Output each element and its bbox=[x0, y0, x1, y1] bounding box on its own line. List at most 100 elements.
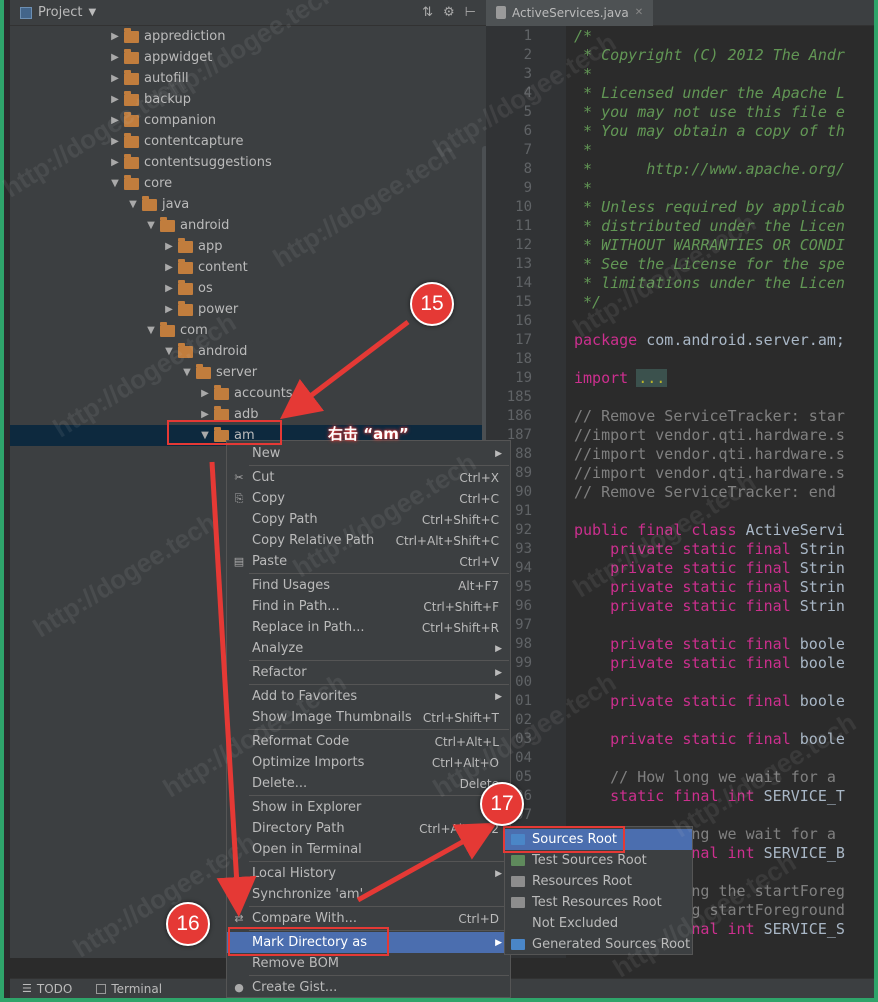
expand-right-icon[interactable]: ▶ bbox=[160, 241, 178, 252]
submenu-item-test-sources-root[interactable]: Test Sources Root bbox=[505, 850, 692, 871]
menu-item-copy[interactable]: ⎘ Copy Ctrl+C bbox=[227, 488, 510, 509]
menu-item-copy-path[interactable]: Copy Path Ctrl+Shift+C bbox=[227, 509, 510, 530]
menu-item-add-to-favorites[interactable]: Add to Favorites ▶ bbox=[227, 686, 510, 707]
tree-item[interactable]: ▼ com bbox=[142, 320, 208, 341]
menu-item-shortcut: Alt+F7 bbox=[458, 578, 499, 593]
menu-item-delete[interactable]: Delete... Delete bbox=[227, 773, 510, 794]
menu-item-remove-bom[interactable]: Remove BOM bbox=[227, 953, 510, 974]
gear-icon[interactable]: ⚙ bbox=[443, 5, 455, 20]
folded-import[interactable]: ... bbox=[636, 369, 668, 387]
tree-item[interactable]: ▶ app bbox=[160, 236, 222, 257]
tree-item-label: contentcapture bbox=[144, 134, 244, 149]
todo-tool-button[interactable]: ☰ TODO bbox=[10, 982, 84, 996]
menu-item-label: Create Gist... bbox=[252, 980, 338, 995]
menu-item-shortcut: Ctrl+Alt+O bbox=[431, 755, 499, 770]
menu-item-paste[interactable]: ▤ Paste Ctrl+V bbox=[227, 551, 510, 572]
menu-item-create-gist[interactable]: ● Create Gist... bbox=[227, 977, 510, 998]
expand-right-icon[interactable]: ▶ bbox=[106, 94, 124, 105]
hide-panel-icon[interactable]: ⊢ bbox=[465, 5, 476, 20]
terminal-tool-button[interactable]: Terminal bbox=[84, 982, 174, 996]
code-text: com.android.server.am; bbox=[637, 331, 845, 349]
folder-icon bbox=[178, 342, 193, 358]
menu-item-optimize-imports[interactable]: Optimize Imports Ctrl+Alt+O bbox=[227, 752, 510, 773]
expand-down-icon[interactable]: ▼ bbox=[124, 199, 142, 210]
close-icon[interactable]: ✕ bbox=[635, 7, 643, 18]
expand-down-icon[interactable]: ▼ bbox=[178, 367, 196, 378]
menu-item-directory-path[interactable]: Directory Path Ctrl+Alt+F12 bbox=[227, 818, 510, 839]
expand-right-icon[interactable]: ▶ bbox=[106, 73, 124, 84]
doc-comment-text: * See the License for the spe bbox=[574, 255, 845, 273]
menu-item-cut[interactable]: ✂ Cut Ctrl+X bbox=[227, 467, 510, 488]
menu-item-analyze[interactable]: Analyze ▶ bbox=[227, 638, 510, 659]
collapse-all-icon[interactable]: ⇅ bbox=[422, 5, 433, 20]
menu-item-find-in-path[interactable]: Find in Path... Ctrl+Shift+F bbox=[227, 596, 510, 617]
tree-item-label: autofill bbox=[144, 71, 189, 86]
expand-right-icon[interactable]: ▶ bbox=[160, 304, 178, 315]
menu-item-shortcut: Ctrl+Shift+R bbox=[421, 620, 499, 635]
folder-icon bbox=[124, 27, 139, 43]
code-editor[interactable]: /* * Copyright (C) 2012 The Andr * * Lic… bbox=[566, 26, 874, 958]
tree-item[interactable]: ▶ accounts bbox=[196, 383, 293, 404]
expand-right-icon[interactable]: ▶ bbox=[106, 136, 124, 147]
submenu-item-test-resources-root[interactable]: Test Resources Root bbox=[505, 892, 692, 913]
tree-item[interactable]: ▼ android bbox=[142, 215, 229, 236]
comment-text: //import vendor.qti.hardware.s bbox=[574, 426, 845, 444]
tree-item[interactable]: ▶ apprediction bbox=[106, 26, 225, 47]
expand-down-icon[interactable]: ▼ bbox=[160, 346, 178, 357]
menu-item-label: Find Usages bbox=[252, 578, 331, 593]
submenu-item-label: Generated Sources Root bbox=[532, 937, 691, 952]
menu-separator bbox=[249, 975, 509, 976]
code-line: * bbox=[574, 179, 592, 197]
folder-icon bbox=[178, 279, 193, 295]
expand-right-icon[interactable]: ▶ bbox=[160, 262, 178, 273]
menu-item-show-in-explorer[interactable]: Show in Explorer bbox=[227, 797, 510, 818]
tree-item[interactable]: ▼ android bbox=[160, 341, 247, 362]
menu-item-find-usages[interactable]: Find Usages Alt+F7 bbox=[227, 575, 510, 596]
chevron-down-icon[interactable]: ▼ bbox=[88, 7, 96, 18]
keyword: private static final bbox=[574, 692, 791, 710]
menu-item-compare-with[interactable]: ⇄ Compare With... Ctrl+D bbox=[227, 908, 510, 929]
tree-item[interactable]: ▼ server bbox=[178, 362, 257, 383]
doc-comment-text: * distributed under the Licen bbox=[574, 217, 845, 235]
menu-item-new[interactable]: New ▶ bbox=[227, 443, 510, 464]
menu-item-show-image-thumbnails[interactable]: Show Image Thumbnails Ctrl+Shift+T bbox=[227, 707, 510, 728]
expand-down-icon[interactable]: ▼ bbox=[142, 220, 160, 231]
submenu-item-resources-root[interactable]: Resources Root bbox=[505, 871, 692, 892]
submenu-arrow-icon: ▶ bbox=[495, 643, 502, 654]
line-number: 6 bbox=[523, 123, 532, 139]
keyword: static final int bbox=[574, 787, 755, 805]
expand-right-icon[interactable]: ▶ bbox=[160, 283, 178, 294]
tree-item[interactable]: ▶ contentcapture bbox=[106, 131, 244, 152]
expand-down-icon[interactable]: ▼ bbox=[106, 178, 124, 189]
tree-item[interactable]: ▶ autofill bbox=[106, 68, 189, 89]
expand-right-icon[interactable]: ▶ bbox=[106, 52, 124, 63]
line-number: 7 bbox=[523, 142, 532, 158]
tree-item[interactable]: ▶ appwidget bbox=[106, 47, 212, 68]
tree-item[interactable]: ▼ java bbox=[124, 194, 189, 215]
tree-item[interactable]: ▶ companion bbox=[106, 110, 216, 131]
menu-item-local-history[interactable]: Local History ▶ bbox=[227, 863, 510, 884]
expand-right-icon[interactable]: ▶ bbox=[196, 388, 214, 399]
tree-item[interactable]: ▶ power bbox=[160, 299, 238, 320]
menu-item-synchronize-am[interactable]: ↻ Synchronize 'am' bbox=[227, 884, 510, 905]
menu-item-copy-relative-path[interactable]: Copy Relative Path Ctrl+Alt+Shift+C bbox=[227, 530, 510, 551]
menu-item-open-in-terminal[interactable]: Open in Terminal bbox=[227, 839, 510, 860]
tab-active-services[interactable]: ActiveServices.java ✕ bbox=[486, 0, 654, 26]
menu-item-reformat-code[interactable]: Reformat Code Ctrl+Alt+L bbox=[227, 731, 510, 752]
tree-item[interactable]: ▶ contentsuggestions bbox=[106, 152, 272, 173]
tree-item[interactable]: ▼ core bbox=[106, 173, 172, 194]
expand-right-icon[interactable]: ▶ bbox=[106, 115, 124, 126]
menu-item-refactor[interactable]: Refactor ▶ bbox=[227, 662, 510, 683]
project-panel-title[interactable]: Project bbox=[38, 5, 82, 20]
expand-right-icon[interactable]: ▶ bbox=[106, 31, 124, 42]
menu-item-replace-in-path[interactable]: Replace in Path... Ctrl+Shift+R bbox=[227, 617, 510, 638]
tree-item[interactable]: ▶ os bbox=[160, 278, 213, 299]
expand-down-icon[interactable]: ▼ bbox=[142, 325, 160, 336]
tree-item[interactable]: ▶ content bbox=[160, 257, 248, 278]
expand-right-icon[interactable]: ▶ bbox=[106, 157, 124, 168]
submenu-item-generated-sources-root[interactable]: Generated Sources Root bbox=[505, 934, 692, 955]
expand-right-icon[interactable]: ▶ bbox=[196, 409, 214, 420]
tree-item[interactable]: ▶ backup bbox=[106, 89, 191, 110]
submenu-item-not-excluded[interactable]: Not Excluded bbox=[505, 913, 692, 934]
doc-comment-text: * You may obtain a copy of th bbox=[574, 122, 845, 140]
